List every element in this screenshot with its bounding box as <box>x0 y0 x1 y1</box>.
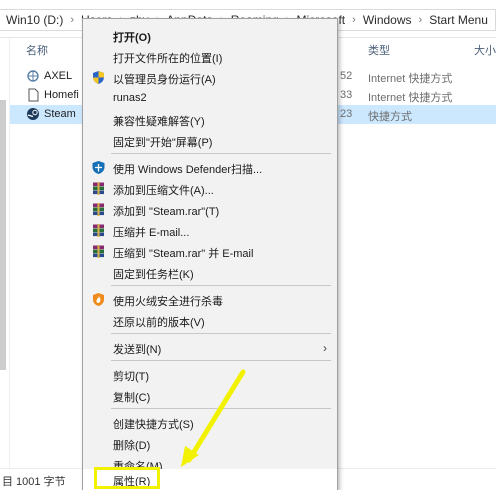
annotation-arrow-icon <box>181 369 246 467</box>
